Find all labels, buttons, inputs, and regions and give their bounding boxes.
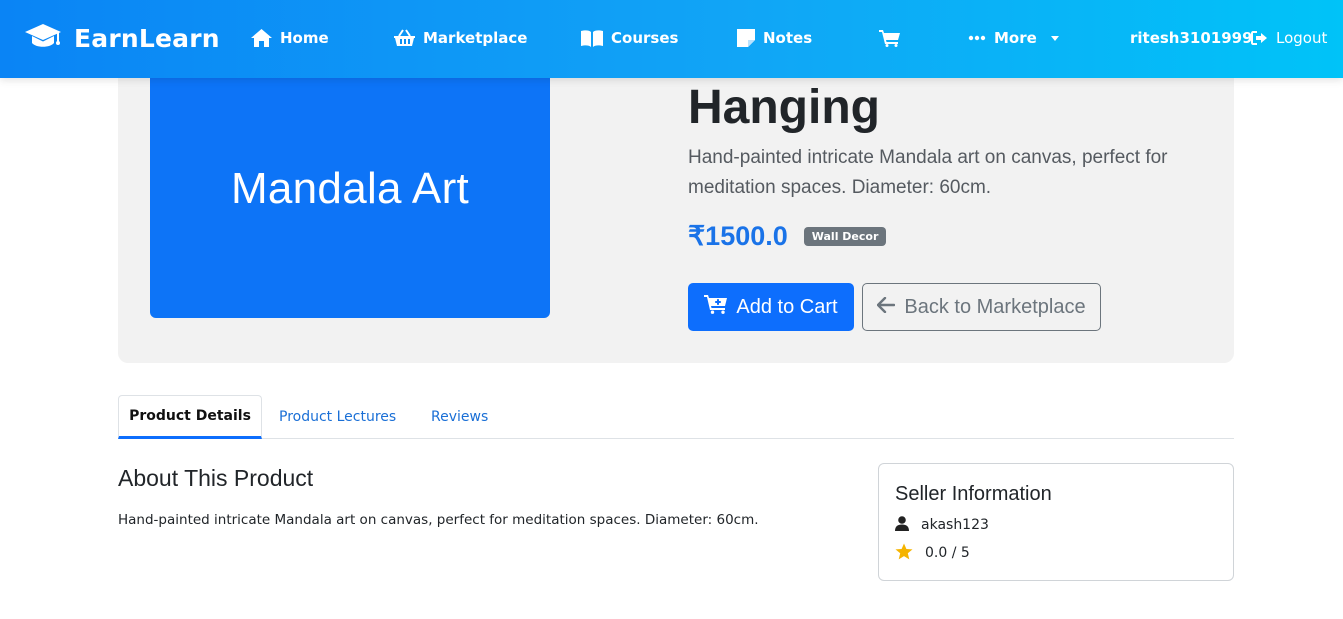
tab-product-details[interactable]: Product Details <box>118 395 262 439</box>
nav-marketplace-label: Marketplace <box>423 29 528 47</box>
seller-name-row: akash123 <box>895 515 989 535</box>
user-icon <box>895 515 909 535</box>
top-navbar: EarnLearn Home Marketplace Courses Notes… <box>0 0 1343 78</box>
nav-notes-label: Notes <box>763 29 813 47</box>
about-title: About This Product <box>118 465 314 491</box>
ellipsis-icon <box>968 35 986 41</box>
nav-home-label: Home <box>280 29 329 47</box>
price-row: ₹1500.0 Wall Decor <box>688 218 887 254</box>
product-title: Hanging <box>688 81 880 134</box>
about-text: Hand-painted intricate Mandala art on ca… <box>118 512 759 528</box>
seller-rating: 0.0 / 5 <box>925 545 970 561</box>
add-to-cart-button[interactable]: Add to Cart <box>688 283 854 331</box>
category-badge: Wall Decor <box>803 226 887 246</box>
brand-name: EarnLearn <box>74 23 220 53</box>
nav-courses[interactable]: Courses <box>581 26 678 50</box>
seller-name: akash123 <box>921 517 989 533</box>
logout-icon <box>1251 30 1268 46</box>
product-image: Mandala Art <box>150 60 550 318</box>
logout-link[interactable]: Logout <box>1251 26 1327 50</box>
product-tabs: Product Details Product Lectures Reviews <box>118 395 1234 439</box>
home-icon <box>251 29 272 47</box>
nav-home[interactable]: Home <box>251 26 329 50</box>
product-image-label: Mandala Art <box>230 164 470 213</box>
graduation-cap-icon <box>24 21 62 55</box>
star-icon <box>895 543 913 564</box>
back-to-marketplace-button[interactable]: Back to Marketplace <box>862 283 1101 331</box>
brand-logo-link[interactable]: EarnLearn <box>24 20 220 56</box>
seller-rating-row: 0.0 / 5 <box>895 543 970 563</box>
seller-info-card: Seller Information akash123 0.0 / 5 <box>878 463 1234 581</box>
cart-plus-icon <box>704 294 728 320</box>
chevron-down-icon <box>1050 35 1059 41</box>
tab-reviews[interactable]: Reviews <box>431 395 488 439</box>
nav-cart[interactable] <box>879 26 900 50</box>
product-description: Hand-painted intricate Mandala art on ca… <box>688 147 1168 198</box>
username-label: ritesh3101999 <box>1130 29 1253 47</box>
nav-more-label: More <box>994 29 1037 47</box>
basket-icon <box>394 29 415 47</box>
nav-more-dropdown[interactable]: More <box>968 26 1059 50</box>
add-to-cart-label: Add to Cart <box>736 295 838 318</box>
nav-username[interactable]: ritesh3101999 <box>1130 26 1253 50</box>
nav-notes[interactable]: Notes <box>737 26 812 50</box>
back-to-marketplace-label: Back to Marketplace <box>904 295 1086 318</box>
note-icon <box>737 29 755 47</box>
nav-courses-label: Courses <box>611 29 679 47</box>
book-icon <box>581 29 603 47</box>
logout-label: Logout <box>1276 29 1328 47</box>
seller-title: Seller Information <box>895 483 1052 505</box>
nav-marketplace[interactable]: Marketplace <box>394 26 527 50</box>
product-price: ₹1500.0 <box>688 220 788 251</box>
arrow-left-icon <box>877 296 896 319</box>
tab-product-lectures[interactable]: Product Lectures <box>279 395 396 439</box>
cart-icon <box>879 29 900 47</box>
